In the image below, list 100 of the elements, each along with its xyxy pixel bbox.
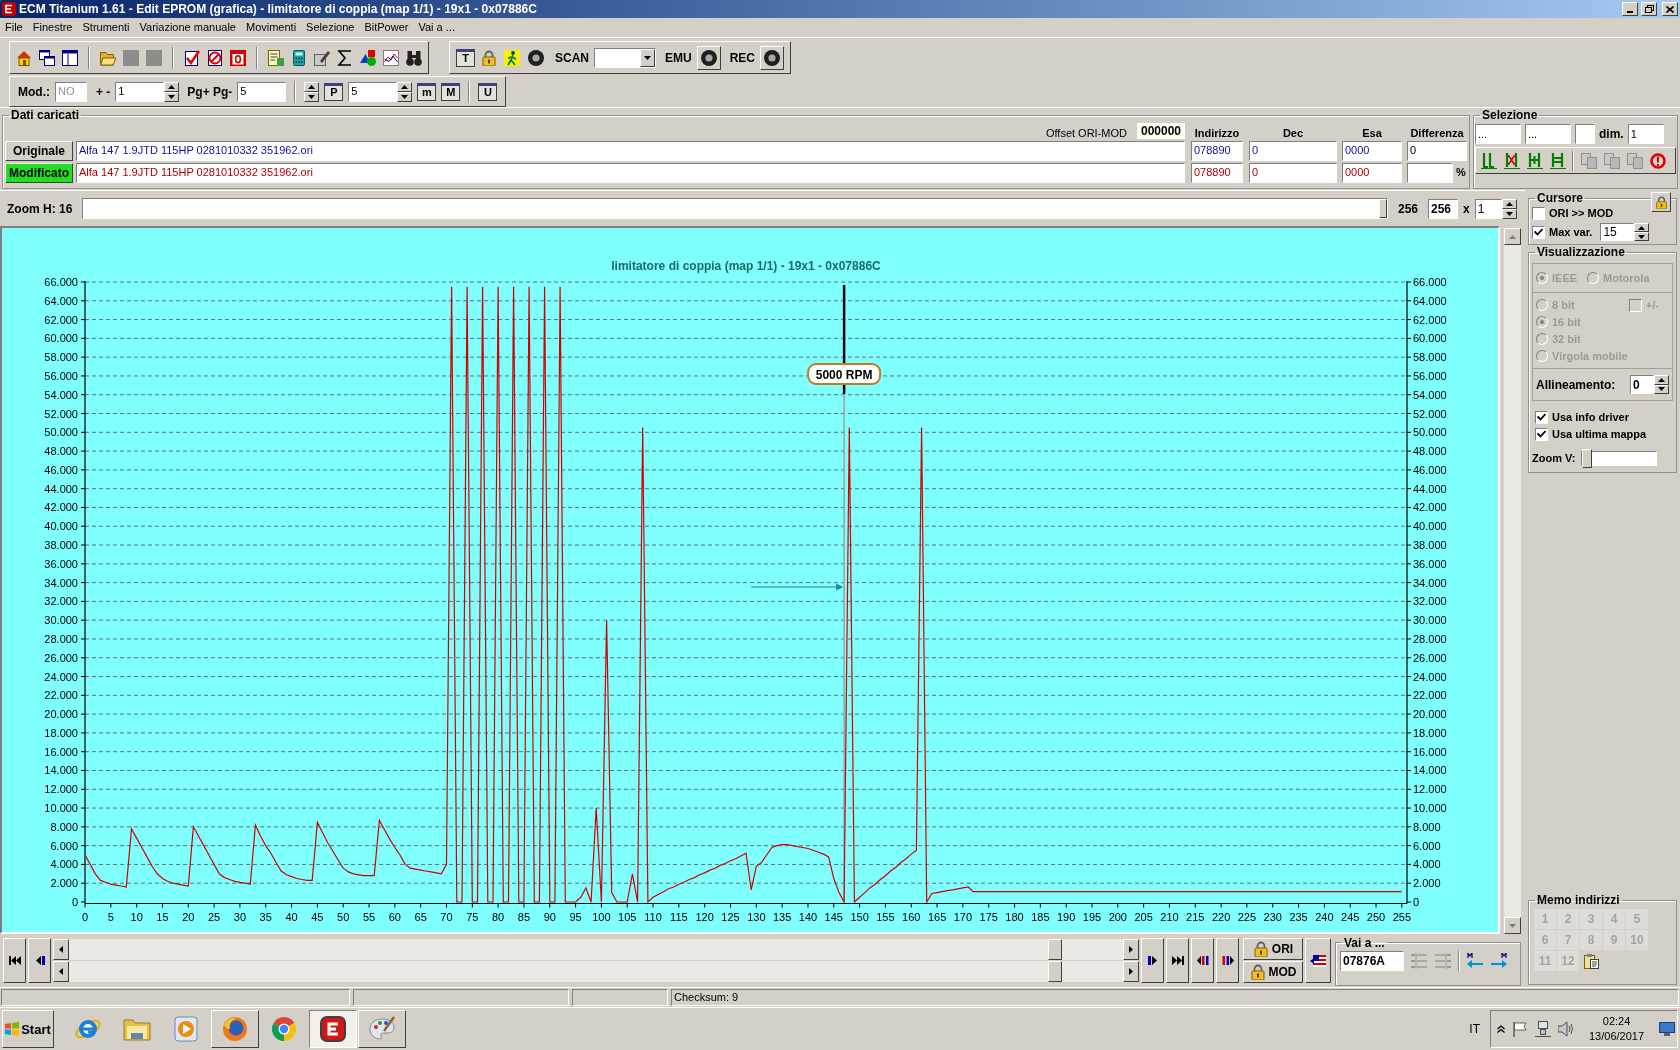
caret-down-icon [644, 55, 651, 60]
scroll-thumb[interactable] [1048, 961, 1062, 982]
minimize-button[interactable] [1622, 2, 1638, 16]
emu-button[interactable] [696, 45, 721, 70]
step-back-bars-icon [1196, 956, 1209, 965]
slider-track[interactable] [1581, 451, 1658, 466]
first-button[interactable] [3, 938, 26, 983]
file-name-field[interactable]: Alfa 147 1.9JTD 115HP 0281010332 351962.ori [76, 162, 1185, 183]
input-field[interactable]: 078890 [1191, 140, 1243, 161]
scroll-right-button[interactable] [1123, 939, 1139, 960]
spin-down-button[interactable] [1501, 208, 1517, 219]
scroll-down-button[interactable] [1504, 917, 1521, 934]
spin-up-button[interactable] [1634, 223, 1650, 232]
input-field[interactable]: 0 [1630, 375, 1654, 394]
selection-tool-button[interactable] [1549, 150, 1566, 171]
toolbar-button[interactable]: P [324, 82, 344, 101]
file-button[interactable]: Originale [5, 140, 73, 161]
input-field[interactable]: 0000 [1342, 162, 1402, 183]
spin-up-button[interactable] [1654, 375, 1669, 385]
spin-up-button[interactable] [397, 81, 413, 92]
mod-button[interactable]: MOD [1243, 961, 1303, 983]
vertical-scrollbar[interactable] [1504, 228, 1521, 934]
input-field[interactable]: 07876A [1340, 950, 1404, 971]
input-field[interactable]: 1 [1627, 124, 1664, 144]
taskbar-app-button[interactable] [309, 1010, 357, 1048]
spin-down-button[interactable] [1654, 384, 1669, 394]
toolbar-button[interactable]: T [456, 48, 475, 67]
next-difference-button[interactable] [1216, 938, 1239, 983]
start-button[interactable]: Start [2, 1010, 54, 1048]
input-field[interactable]: 5 [348, 81, 398, 102]
spin-down-button[interactable] [164, 91, 180, 102]
input-field[interactable] [1575, 124, 1595, 144]
checkbox[interactable] [1535, 410, 1548, 424]
previous-button[interactable] [28, 938, 51, 983]
menu-item[interactable]: BitPower [359, 18, 414, 37]
slider-thumb[interactable] [1379, 199, 1387, 218]
goto-tool-button[interactable] [1490, 950, 1508, 971]
next-button[interactable] [1141, 938, 1164, 983]
file-button[interactable]: Modificato [5, 162, 73, 183]
input-field[interactable]: 0 [1407, 140, 1467, 161]
rec-button[interactable] [760, 45, 785, 70]
input-field[interactable]: 1 [115, 81, 165, 102]
scroll-left-button[interactable] [53, 961, 69, 982]
input-field[interactable]: 15 [1600, 223, 1635, 241]
spin-down-button[interactable] [397, 91, 413, 102]
scroll-left-button[interactable] [53, 939, 69, 960]
x-tick-label: 0 [81, 911, 89, 923]
last-button[interactable] [1166, 938, 1189, 983]
spin-up-button[interactable] [304, 81, 320, 92]
horizontal-scrollbar[interactable] [53, 939, 1139, 960]
ori-button[interactable]: ORI [1243, 938, 1303, 960]
input-field[interactable]: 0 [1249, 140, 1337, 161]
input-field[interactable]: 1 [1474, 198, 1502, 219]
y-tick-label: 2.000 [50, 877, 78, 890]
spin-down-button[interactable] [1634, 232, 1650, 241]
input-field[interactable]: ... [1475, 124, 1521, 144]
scroll-up-button[interactable] [1504, 228, 1521, 245]
input-field[interactable]: 5 [237, 81, 287, 102]
show-desktop-button[interactable] [1658, 1021, 1677, 1037]
input-field[interactable]: 0 [1249, 162, 1337, 183]
menu-item[interactable]: Finestre [27, 18, 78, 37]
slider-thumb[interactable] [1582, 449, 1593, 468]
x-tick-label: 70 [440, 911, 453, 923]
dropdown-button[interactable] [640, 48, 655, 67]
menu-item[interactable]: Selezione [301, 18, 360, 37]
goto-tool-button[interactable] [1466, 950, 1484, 971]
scroll-right-button[interactable] [1123, 961, 1139, 982]
selection-tool-button[interactable] [1526, 150, 1543, 171]
input-field[interactable]: 0000 [1342, 140, 1402, 161]
menu-item[interactable]: Strumenti [77, 18, 135, 37]
input-field[interactable]: 078890 [1191, 162, 1243, 183]
restore-button[interactable] [1641, 2, 1657, 16]
menu-item[interactable]: Variazione manuale [134, 18, 241, 37]
close-button[interactable] [1662, 2, 1678, 16]
toolbar-button[interactable]: U [478, 82, 498, 101]
scan-dropdown[interactable] [594, 47, 656, 68]
checkbox[interactable] [1535, 427, 1548, 441]
selection-tool-button[interactable] [1503, 150, 1520, 171]
checkbox[interactable] [1532, 225, 1545, 239]
spin-up-button[interactable] [1501, 198, 1517, 209]
menu-item[interactable]: Movimenti [241, 18, 302, 37]
scroll-thumb[interactable] [1048, 939, 1062, 960]
previous-difference-button[interactable] [1191, 938, 1214, 983]
toolbar-button[interactable]: m [417, 82, 437, 101]
toolbar-button[interactable]: M [441, 82, 461, 101]
menu-item[interactable]: Vai a ... [413, 18, 460, 37]
file-name-field[interactable]: Alfa 147 1.9JTD 115HP 0281010332 351962.ori [76, 140, 1185, 161]
transfer-button[interactable] [1305, 938, 1331, 983]
checkbox[interactable] [1532, 206, 1545, 220]
input-field[interactable]: ... [1525, 124, 1571, 144]
selection-tool-button[interactable] [1480, 150, 1497, 171]
selection-tool-button[interactable] [1649, 150, 1666, 171]
input-field[interactable] [1407, 162, 1453, 183]
horizontal-scrollbar[interactable] [53, 961, 1139, 982]
menu-item[interactable]: File [0, 18, 28, 37]
lock-button[interactable] [1651, 192, 1671, 212]
spin-up-button[interactable] [164, 81, 180, 92]
input-field[interactable]: 256 [1428, 198, 1458, 219]
slider-track[interactable] [82, 198, 1388, 219]
spin-down-button[interactable] [304, 91, 320, 102]
